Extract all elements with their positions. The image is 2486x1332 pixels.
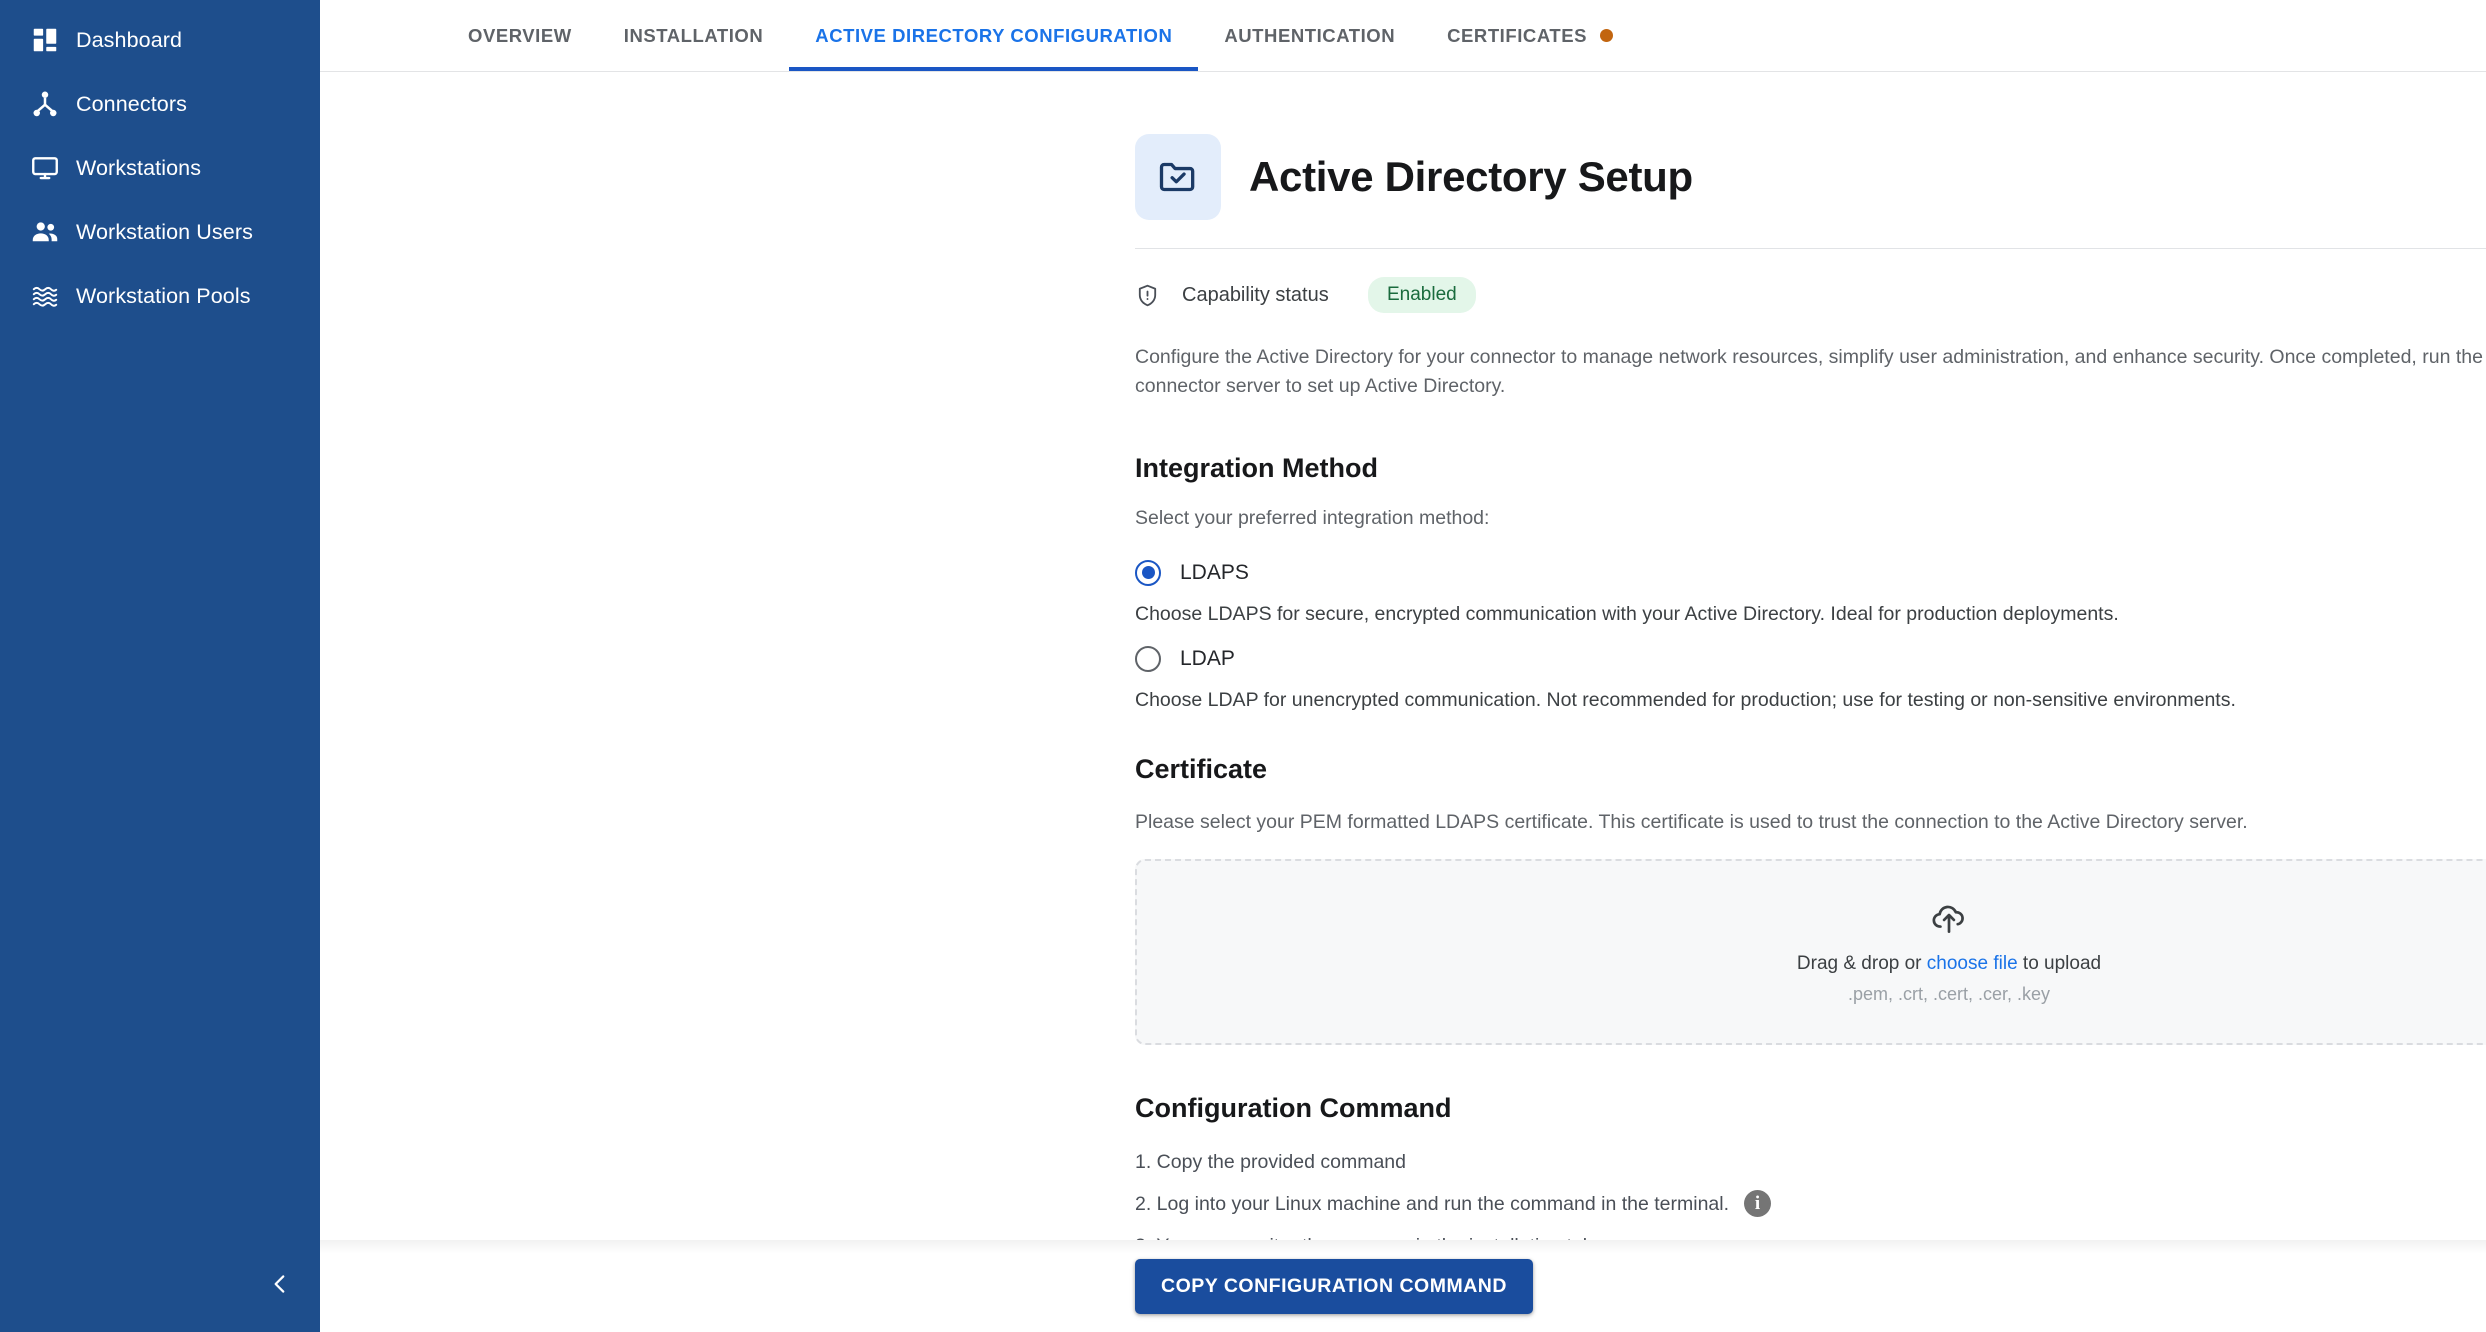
header-divider	[1135, 248, 2486, 249]
tab-label: ACTIVE DIRECTORY CONFIGURATION	[815, 24, 1173, 46]
radio-ldap-label: LDAP	[1180, 646, 1235, 670]
sidebar-item-dashboard[interactable]: Dashboard	[0, 8, 320, 72]
info-icon[interactable]: i	[1744, 1190, 1772, 1218]
list-item: 2. Log into your Linux machine and run t…	[1135, 1189, 2486, 1219]
status-badge: Enabled	[1368, 277, 1476, 313]
capability-status-row: Capability status Enabled	[1135, 277, 2486, 313]
page-header: Active Directory Setup	[1135, 72, 2486, 220]
dashboard-icon	[14, 25, 76, 55]
radio-option-ldaps[interactable]: LDAPS	[1135, 559, 2486, 586]
radio-ldaps-label: LDAPS	[1180, 560, 1249, 584]
content-area: Active Directory Setup Capability status…	[320, 72, 2486, 1332]
app-root: Dashboard Connectors Workstations Workst…	[0, 0, 2486, 1332]
connectors-icon	[14, 89, 76, 119]
intro-paragraph: Configure the Active Directory for your …	[1135, 346, 2486, 398]
page-title: Active Directory Setup	[1249, 153, 1693, 200]
chevron-left-icon	[267, 1271, 293, 1302]
choose-file-link[interactable]: choose file	[1927, 953, 2018, 974]
sidebar-item-label: Workstations	[76, 155, 202, 180]
sidebar-item-workstation-pools[interactable]: Workstation Pools	[0, 264, 320, 328]
tab-status-dot-icon	[1600, 29, 1613, 42]
step-text: 1. Copy the provided command	[1135, 1150, 1406, 1173]
copy-configuration-command-button[interactable]: COPY CONFIGURATION COMMAND	[1135, 1258, 1533, 1314]
certificate-description: Please select your PEM formatted LDAPS c…	[1135, 810, 2248, 833]
tab-label: INSTALLATION	[623, 24, 764, 46]
radio-ldaps-input[interactable]	[1135, 559, 1161, 586]
tab-installation[interactable]: INSTALLATION	[598, 0, 790, 71]
cloud-upload-icon	[1930, 899, 1968, 942]
dropzone-text-after: to upload	[2017, 952, 2102, 974]
people-icon	[14, 217, 76, 247]
radio-option-ldap[interactable]: LDAP	[1135, 645, 2486, 672]
radio-ldap-input[interactable]	[1135, 645, 1161, 672]
sidebar-item-connectors[interactable]: Connectors	[0, 72, 320, 136]
integration-method-prompt: Select your preferred integration method…	[1135, 506, 1490, 529]
radio-ldaps-description: Choose LDAPS for secure, encrypted commu…	[1135, 602, 2119, 625]
folder-check-icon	[1135, 134, 1221, 220]
tab-label: AUTHENTICATION	[1224, 24, 1396, 46]
integration-method-heading: Integration Method	[1135, 452, 1378, 483]
sidebar-item-label: Workstation Users	[76, 219, 253, 244]
sidebar-item-workstations[interactable]: Workstations	[0, 136, 320, 200]
certificate-dropzone[interactable]: Drag & drop or choose file to upload .pe…	[1135, 858, 2486, 1045]
shield-alert-icon	[1135, 283, 1165, 308]
tab-bar: OVERVIEW INSTALLATION ACTIVE DIRECTORY C…	[320, 0, 2486, 72]
capability-status-label: Capability status	[1182, 283, 1329, 306]
main-area: OVERVIEW INSTALLATION ACTIVE DIRECTORY C…	[320, 0, 2486, 1332]
sidebar: Dashboard Connectors Workstations Workst…	[0, 0, 320, 1332]
tab-overview[interactable]: OVERVIEW	[442, 0, 598, 71]
dropzone-text-before: Drag & drop or	[1796, 952, 1927, 974]
certificate-heading: Certificate	[1135, 753, 1268, 784]
tab-certificates[interactable]: CERTIFICATES	[1421, 0, 1639, 71]
dropzone-formats: .pem, .crt, .cert, .cer, .key	[1847, 983, 2051, 1004]
tab-label: OVERVIEW	[468, 24, 572, 46]
tab-authentication[interactable]: AUTHENTICATION	[1198, 0, 1421, 71]
sidebar-collapse-button[interactable]	[256, 1262, 304, 1310]
sidebar-item-label: Connectors	[76, 91, 187, 116]
waves-icon	[14, 281, 76, 311]
radio-ldap-description: Choose LDAP for unencrypted communicatio…	[1135, 688, 2236, 711]
monitor-icon	[14, 153, 76, 183]
sidebar-item-workstation-users[interactable]: Workstation Users	[0, 200, 320, 264]
sidebar-item-label: Workstation Pools	[76, 283, 251, 308]
content-column: Active Directory Setup Capability status…	[1135, 72, 2486, 1261]
configuration-command-heading: Configuration Command	[1135, 1092, 1452, 1123]
step-text: 2. Log into your Linux machine and run t…	[1135, 1192, 1730, 1215]
list-item: 1. Copy the provided command	[1135, 1147, 2486, 1177]
tab-label: CERTIFICATES	[1447, 24, 1587, 46]
sidebar-item-label: Dashboard	[76, 27, 183, 52]
tab-active-directory-configuration[interactable]: ACTIVE DIRECTORY CONFIGURATION	[789, 0, 1199, 71]
footer-bar: COPY CONFIGURATION COMMAND	[320, 1240, 2486, 1332]
dropzone-primary-text: Drag & drop or choose file to upload	[1797, 953, 2101, 975]
